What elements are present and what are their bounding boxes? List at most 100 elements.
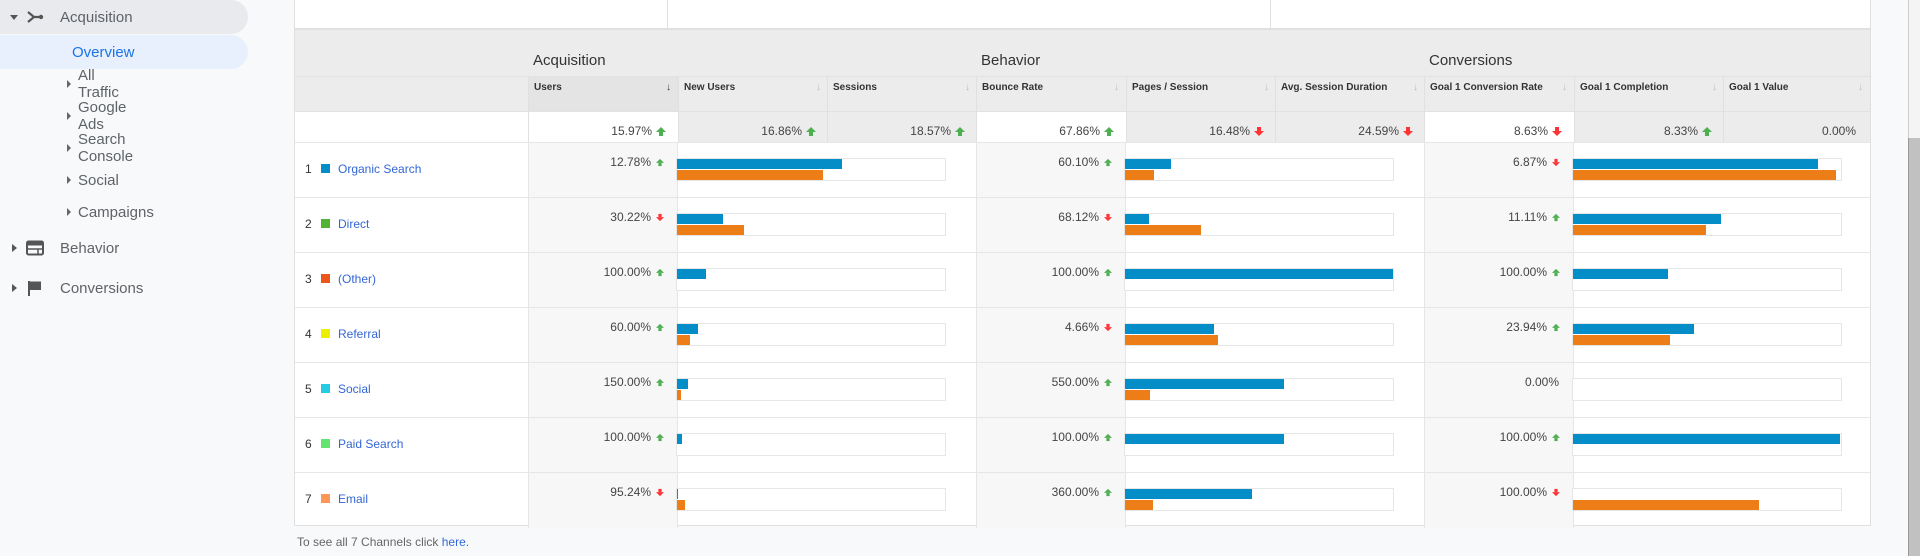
bar-previous-period	[677, 500, 686, 510]
metric-value: 100.00%	[1051, 430, 1099, 444]
arrow-up-icon	[656, 268, 664, 277]
channel-link[interactable]: Email	[338, 492, 368, 506]
summary-value: 0.00%	[1821, 124, 1856, 138]
sidebar-item-acquisition[interactable]: Acquisition	[0, 0, 248, 34]
column-header-sessions[interactable]: Sessions ↓	[827, 76, 977, 111]
metric-value-cell: 12.78%	[528, 143, 678, 198]
bar-previous-period	[1573, 170, 1836, 180]
sort-arrow-icon[interactable]: ↓	[816, 82, 821, 94]
comparison-bar-chart	[1572, 268, 1842, 291]
column-header-avg-session-duration[interactable]: Avg. Session Duration ↓	[1275, 76, 1425, 111]
summary-cell: 24.59%	[1275, 111, 1425, 142]
channel-link[interactable]: (Other)	[338, 272, 376, 286]
sidebar-label: Conversions	[60, 279, 144, 297]
arrow-down-icon	[1552, 488, 1560, 497]
arrow-up-icon	[656, 378, 664, 387]
comparison-bar-chart	[1572, 433, 1842, 456]
flag-icon	[28, 281, 41, 296]
summary-value: 67.86%	[1059, 124, 1100, 138]
metric-value: 550.00%	[1051, 375, 1099, 389]
metric-value-cell: 0.00%	[1424, 363, 1574, 418]
column-header-pages-session[interactable]: Pages / Session ↓	[1126, 76, 1276, 111]
table-row: 6 Paid Search 100.00% 100.00% 100.00%	[295, 417, 1870, 473]
metric-value-cell: 68.12%	[976, 198, 1126, 253]
top-strip	[294, 0, 1871, 28]
group-header-acquisition: Acquisition	[528, 30, 976, 76]
channel-link[interactable]: Organic Search	[338, 162, 421, 176]
column-label: Goal 1 Conversion Rate	[1430, 82, 1543, 93]
metric-value-cell: 60.10%	[976, 143, 1126, 198]
arrow-down-icon	[1403, 127, 1413, 136]
bar-current-period	[1573, 159, 1819, 169]
comparison-bar-chart	[676, 488, 946, 511]
channel-link[interactable]: Referral	[338, 327, 381, 341]
group-header-behavior: Behavior	[976, 30, 1424, 76]
column-label: Goal 1 Value	[1729, 82, 1789, 93]
channel-color-swatch	[321, 274, 330, 283]
row-index: 7	[305, 491, 312, 506]
arrow-up-icon	[1104, 433, 1112, 442]
summary-cell: 67.86%	[976, 111, 1126, 142]
sidebar-item-behavior[interactable]: Behavior	[0, 231, 248, 265]
summary-cell: 0.00%	[1723, 111, 1870, 142]
caret-right-icon	[67, 176, 71, 184]
footer-end: .	[465, 535, 470, 549]
caret-right-icon	[12, 284, 17, 292]
column-header-new-users[interactable]: New Users ↓	[678, 76, 828, 111]
row-index: 5	[305, 381, 312, 396]
metric-value: 100.00%	[1499, 430, 1547, 444]
column-header-goal-1-completion[interactable]: Goal 1 Completion ↓	[1574, 76, 1724, 111]
channel-link[interactable]: Social	[338, 382, 371, 396]
channel-link[interactable]: Paid Search	[338, 437, 403, 451]
table-row: 1 Organic Search 12.78% 60.10% 6.87%	[295, 142, 1870, 198]
metric-value-cell: 100.00%	[528, 418, 678, 473]
metric-value: 30.22%	[610, 210, 651, 224]
arrow-up-icon	[1104, 378, 1112, 387]
row-index: 2	[305, 216, 312, 231]
column-header-bounce-rate[interactable]: Bounce Rate ↓	[976, 76, 1126, 111]
metric-value-cell: 150.00%	[528, 363, 678, 418]
sidebar-item-overview[interactable]: Overview	[0, 35, 248, 69]
see-all-link[interactable]: here	[442, 535, 466, 549]
sidebar-label: Overview	[72, 43, 135, 61]
column-label: Sessions	[833, 82, 877, 93]
arrow-down-icon	[1552, 127, 1562, 136]
column-header-goal-1-conversion-rate[interactable]: Goal 1 Conversion Rate ↓	[1424, 76, 1574, 111]
sort-arrow-icon[interactable]: ↓	[1858, 82, 1863, 94]
sort-arrow-icon[interactable]: ↓	[1413, 82, 1418, 94]
sidebar-item-conversions[interactable]: Conversions	[0, 271, 248, 305]
scroll-gutter	[1892, 0, 1908, 556]
metric-value-cell: 550.00%	[976, 363, 1126, 418]
sort-arrow-icon[interactable]: ↓	[1264, 82, 1269, 94]
column-label: Users	[534, 82, 562, 93]
sort-arrow-icon[interactable]: ↓	[965, 82, 970, 94]
bar-current-period	[1125, 269, 1393, 279]
bar-previous-period	[1125, 170, 1154, 180]
column-header-goal-1-value[interactable]: Goal 1 Value ↓	[1723, 76, 1870, 111]
footer-text: To see all 7 Channels click	[297, 535, 442, 549]
scrollbar-thumb[interactable]	[1908, 138, 1920, 556]
comparison-bar-chart	[1124, 268, 1394, 291]
row-index: 4	[305, 326, 312, 341]
sidebar-label: All Traffic	[78, 67, 119, 101]
channel-link[interactable]: Direct	[338, 217, 369, 231]
divider	[1270, 0, 1271, 28]
arrow-up-icon	[656, 323, 664, 332]
sort-arrow-icon[interactable]: ↓	[1562, 82, 1567, 94]
sort-arrow-icon[interactable]: ↓	[666, 82, 671, 94]
column-header-users[interactable]: Users ↓	[528, 76, 678, 111]
summary-value: 24.59%	[1358, 124, 1399, 138]
caret-down-icon	[10, 14, 18, 20]
sort-arrow-icon[interactable]: ↓	[1712, 82, 1717, 94]
comparison-bar-chart	[1124, 323, 1394, 346]
bar-current-period	[1125, 159, 1171, 169]
summary-value: 8.33%	[1663, 124, 1698, 138]
divider	[667, 0, 668, 28]
channel-color-swatch	[321, 439, 330, 448]
summary-value: 8.63%	[1513, 124, 1548, 138]
comparison-bar-chart	[676, 323, 946, 346]
caret-right-icon	[67, 144, 71, 152]
sort-arrow-icon[interactable]: ↓	[1114, 82, 1119, 94]
dimension-cell: 5 Social	[295, 363, 528, 418]
summary-cell: 16.86%	[678, 111, 828, 142]
